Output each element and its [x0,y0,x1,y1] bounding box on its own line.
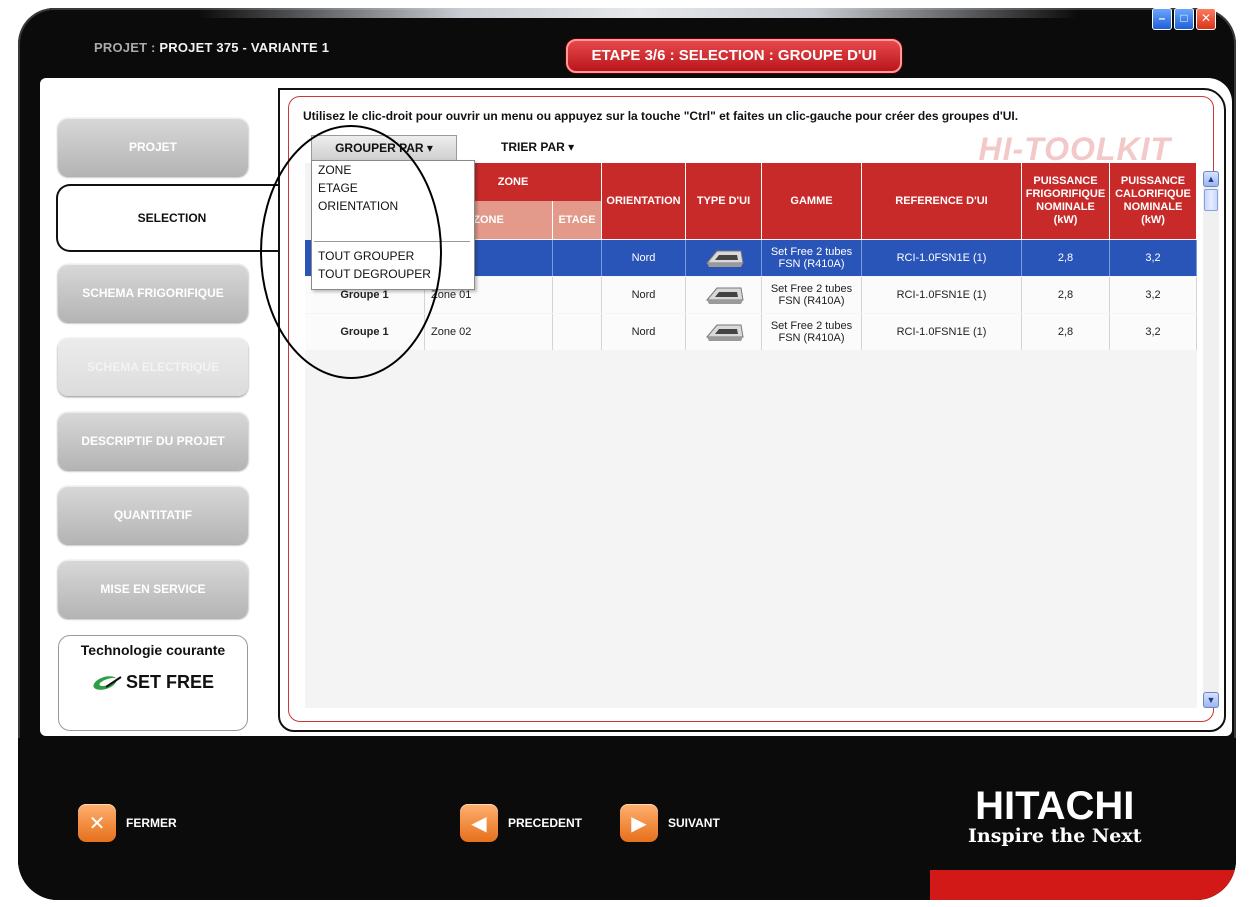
arrow-left-icon: ◀ [460,804,498,842]
minimize-icon[interactable]: – [1152,8,1172,30]
arrow-right-icon: ▶ [620,804,658,842]
header-etage[interactable]: ETAGE [553,201,602,239]
scrollbar-thumb[interactable] [1204,189,1218,211]
hitachi-logo: HITACHI Inspire the Next [968,786,1141,846]
footer-bar: ✕ FERMER ◀ PRECEDENT ▶ SUIVANT HITACHI I… [18,738,1236,900]
header-type-ui[interactable]: TYPE D'UI [686,163,762,239]
scroll-up-icon[interactable]: ▲ [1203,171,1219,187]
sort-by-label: TRIER PAR [501,140,565,154]
app-window: PROJET : PROJET 375 - VARIANTE 1 ETAPE 3… [18,8,1236,900]
technology-box: Technologie courante SET FREE [58,635,248,731]
cell-type-ui [686,240,762,276]
sidebar-item-mise-en-service[interactable]: MISE EN SERVICE [58,560,248,618]
close-button[interactable]: ✕ FERMER [78,804,177,842]
brand-tagline: Inspire the Next [968,825,1142,847]
step-badge: ETAPE 3/6 : SELECTION : GROUPE D'UI [566,39,902,73]
project-name: PROJET 375 - VARIANTE 1 [159,40,330,55]
close-icon[interactable]: ✕ [1196,8,1216,30]
sidebar-item-selection[interactable]: SELECTION [56,184,286,252]
menu-item-orientation[interactable]: ORIENTATION [312,197,472,215]
cell-puissance-frigorifique: 2,8 [1022,240,1110,276]
sidebar-item-projet[interactable]: PROJET [58,118,248,176]
header-gamme[interactable]: GAMME [762,163,862,239]
close-icon: ✕ [78,804,116,842]
main-panel: Utilisez le clic-droit pour ouvrir un me… [278,88,1226,732]
sidebar-item-label: QUANTITATIF [113,508,193,522]
title-bar-glow [198,8,1078,18]
group-by-menu: ZONE ETAGE ORIENTATION TOUT GROUPER TOUT… [311,160,475,290]
cell-gamme: Set Free 2 tubes FSN (R410A) [762,277,862,313]
cell-reference: RCI-1.0FSN1E (1) [862,277,1022,313]
main-inner-panel: Utilisez le clic-droit pour ouvrir un me… [288,96,1219,722]
cell-type-ui [686,314,762,350]
setfree-swoosh-icon [93,675,122,690]
cell-type-ui [686,277,762,313]
cell-groupe: Groupe 1 [305,314,425,350]
sidebar-item-quantitatif[interactable]: QUANTITATIF [58,486,248,544]
cell-puissance-frigorifique: 2,8 [1022,277,1110,313]
sidebar-item-schema-frigorifique[interactable]: SCHEMA FRIGORIFIQUE [58,264,248,322]
sidebar-item-label: MISE EN SERVICE [100,582,206,596]
next-label: SUIVANT [668,816,720,830]
table-row[interactable]: Groupe 1 Zone 02 Nord Set Free 2 tubes F… [305,314,1197,350]
caret-down-icon: ▾ [426,141,433,155]
cell-orientation: Nord [602,277,686,313]
menu-item-etage[interactable]: ETAGE [312,179,472,197]
cell-puissance-frigorifique: 2,8 [1022,314,1110,350]
cell-etage [553,314,602,350]
cell-gamme: Set Free 2 tubes FSN (R410A) [762,314,862,350]
previous-button[interactable]: ◀ PRECEDENT [460,804,582,842]
sidebar-item-schema-electrique: SCHEMA ELECTRIQUE [58,338,248,396]
window-controls: – □ ✕ [1152,8,1216,30]
next-button[interactable]: ▶ SUIVANT [620,804,720,842]
previous-label: PRECEDENT [508,816,583,830]
cell-orientation: Nord [602,240,686,276]
menu-item-tout-degrouper[interactable]: TOUT DEGROUPER [312,265,472,283]
cell-zone: Zone 02 [425,314,553,350]
cell-puissance-calorifique: 3,2 [1110,277,1197,313]
cell-reference: RCI-1.0FSN1E (1) [862,314,1022,350]
menu-item-tout-grouper[interactable]: TOUT GROUPER [312,247,472,265]
group-by-label: GROUPER PAR [335,141,424,155]
cell-gamme: Set Free 2 tubes FSN (R410A) [762,240,862,276]
header-orientation[interactable]: ORIENTATION [602,163,686,239]
sidebar-item-label: SCHEMA FRIGORIFIQUE [82,286,224,300]
setfree-logo-text: SET FREE [125,672,214,692]
sort-by-button[interactable]: TRIER PAR ▾ [501,135,574,159]
group-by-button[interactable]: GROUPER PAR ▾ [311,135,457,161]
instructions-text: Utilisez le clic-droit pour ouvrir un me… [303,109,1019,123]
cassette-unit-icon [705,324,744,341]
technology-title: Technologie courante [80,642,226,658]
project-label: PROJET : [94,40,156,55]
sidebar-item-label: PROJET [128,140,177,154]
cell-etage [553,240,602,276]
setfree-logo: SET FREE [59,672,247,693]
brand-red-bar [930,870,1236,900]
menu-separator [314,241,470,242]
content-area: PROJET SELECTION SCHEMA FRIGORIFIQUE SCH… [40,78,1232,736]
cell-puissance-calorifique: 3,2 [1110,314,1197,350]
cassette-unit-icon [705,287,744,304]
brand-name: HITACHI [975,784,1135,828]
close-label: FERMER [126,816,177,830]
vertical-scrollbar[interactable]: ▲ ▼ [1203,171,1219,708]
cell-reference: RCI-1.0FSN1E (1) [862,240,1022,276]
menu-item-zone[interactable]: ZONE [312,161,472,179]
header-puissance-frigorifique[interactable]: PUISSANCE FRIGORIFIQUE NOMINALE (kW) [1022,163,1110,239]
cell-puissance-calorifique: 3,2 [1110,240,1197,276]
scroll-down-icon[interactable]: ▼ [1203,692,1219,708]
sidebar-item-descriptif[interactable]: DESCRIPTIF DU PROJET [58,412,248,470]
caret-down-icon: ▾ [568,140,575,154]
header-puissance-calorifique[interactable]: PUISSANCE CALORIFIQUE NOMINALE (kW) [1110,163,1197,239]
header-reference[interactable]: REFERENCE D'UI [862,163,1022,239]
maximize-icon[interactable]: □ [1174,8,1194,30]
sidebar-item-label: SELECTION [137,211,207,225]
cell-orientation: Nord [602,314,686,350]
project-title: PROJET : PROJET 375 - VARIANTE 1 [94,40,329,55]
sidebar-item-label: DESCRIPTIF DU PROJET [81,434,225,448]
cassette-unit-icon [705,250,744,267]
sidebar-item-label: SCHEMA ELECTRIQUE [86,360,220,374]
cell-etage [553,277,602,313]
